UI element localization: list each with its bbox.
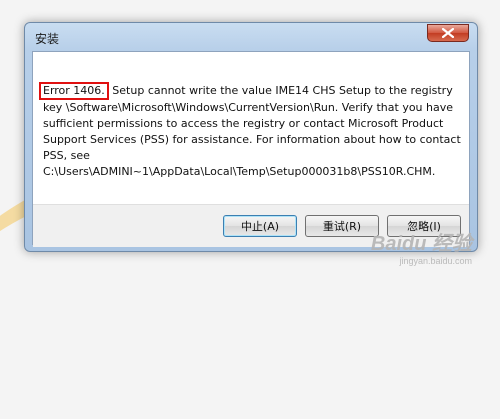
baidu-watermark: Baidu 经验 jingyan.baidu.com [371,227,472,266]
watermark-logo: Baidu 经验 [370,233,472,255]
error-message: Error 1406. Setup cannot write the value… [39,82,463,180]
close-button[interactable] [427,24,469,42]
title-bar[interactable]: 安装 [25,23,477,51]
abort-button[interactable]: 中止(A) [223,215,297,237]
error-dialog: 安装 Error 1406. Setup cannot write the va… [24,22,478,252]
window-title: 安装 [35,32,60,46]
watermark-url: jingyan.baidu.com [399,256,472,266]
dialog-body: Error 1406. Setup cannot write the value… [32,51,470,247]
close-icon [442,28,454,38]
error-code-highlight: Error 1406. [39,82,109,100]
retry-button[interactable]: 重试(R) [305,215,379,237]
